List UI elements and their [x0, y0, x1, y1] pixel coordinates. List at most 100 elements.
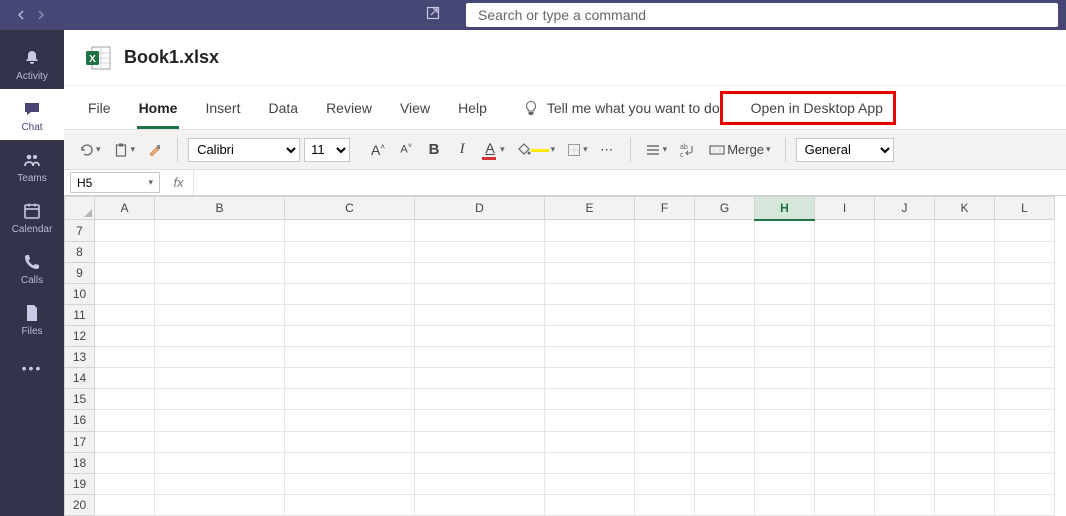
column-header[interactable]: H — [755, 197, 815, 220]
back-button[interactable] — [14, 8, 28, 22]
cell[interactable] — [755, 326, 815, 347]
cell[interactable] — [935, 368, 995, 389]
cell[interactable] — [635, 262, 695, 283]
cell[interactable] — [875, 473, 935, 494]
cell[interactable] — [95, 347, 155, 368]
cell[interactable] — [95, 326, 155, 347]
cell[interactable] — [285, 326, 415, 347]
cell[interactable] — [815, 220, 875, 241]
cell[interactable] — [635, 389, 695, 410]
cell[interactable] — [755, 431, 815, 452]
cell[interactable] — [995, 473, 1055, 494]
row-header[interactable]: 20 — [65, 494, 95, 515]
cell[interactable] — [815, 347, 875, 368]
cell[interactable] — [755, 347, 815, 368]
row-header[interactable]: 14 — [65, 368, 95, 389]
cell[interactable] — [155, 410, 285, 431]
cell[interactable] — [755, 494, 815, 515]
cell[interactable] — [935, 410, 995, 431]
cell[interactable] — [695, 368, 755, 389]
cell[interactable] — [635, 431, 695, 452]
cell[interactable] — [875, 389, 935, 410]
cell[interactable] — [155, 494, 285, 515]
cell[interactable] — [755, 241, 815, 262]
cell[interactable] — [155, 473, 285, 494]
row-header[interactable]: 9 — [65, 262, 95, 283]
cell[interactable] — [285, 220, 415, 241]
cell[interactable] — [635, 304, 695, 325]
cell[interactable] — [815, 410, 875, 431]
tab-review[interactable]: Review — [312, 86, 386, 129]
cell[interactable] — [545, 220, 635, 241]
cell[interactable] — [875, 304, 935, 325]
column-header[interactable]: I — [815, 197, 875, 220]
cell[interactable] — [695, 431, 755, 452]
cell[interactable] — [95, 389, 155, 410]
number-format-select[interactable]: General — [796, 138, 894, 162]
cell[interactable] — [815, 304, 875, 325]
cell[interactable] — [285, 262, 415, 283]
cell[interactable] — [545, 494, 635, 515]
row-header[interactable]: 10 — [65, 283, 95, 304]
row-header[interactable]: 12 — [65, 326, 95, 347]
cell[interactable] — [695, 389, 755, 410]
column-header[interactable]: G — [695, 197, 755, 220]
rail-chat[interactable]: Chat — [0, 89, 64, 140]
cell[interactable] — [155, 262, 285, 283]
cell[interactable] — [995, 410, 1055, 431]
cell[interactable] — [995, 262, 1055, 283]
cell[interactable] — [155, 389, 285, 410]
cell[interactable] — [95, 368, 155, 389]
cell[interactable] — [995, 241, 1055, 262]
cell[interactable] — [545, 241, 635, 262]
cell[interactable] — [415, 473, 545, 494]
cell[interactable] — [95, 452, 155, 473]
cell[interactable] — [635, 220, 695, 241]
cell[interactable] — [545, 304, 635, 325]
row-header[interactable]: 13 — [65, 347, 95, 368]
cell[interactable] — [155, 368, 285, 389]
cell[interactable] — [815, 241, 875, 262]
rail-more[interactable]: ••• — [0, 348, 64, 388]
column-header[interactable]: K — [935, 197, 995, 220]
cell[interactable] — [155, 452, 285, 473]
forward-button[interactable] — [34, 8, 48, 22]
cell[interactable] — [415, 494, 545, 515]
cell[interactable] — [635, 410, 695, 431]
cell[interactable] — [755, 368, 815, 389]
format-painter-button[interactable] — [143, 137, 167, 163]
wrap-text-button[interactable]: abc — [675, 137, 701, 163]
cell[interactable] — [935, 389, 995, 410]
cell[interactable] — [695, 283, 755, 304]
font-size-select[interactable]: 11 — [304, 138, 350, 162]
column-header[interactable]: L — [995, 197, 1055, 220]
cell[interactable] — [545, 452, 635, 473]
cell[interactable] — [995, 304, 1055, 325]
cell[interactable] — [935, 220, 995, 241]
cell[interactable] — [815, 389, 875, 410]
cell[interactable] — [995, 494, 1055, 515]
cell[interactable] — [995, 326, 1055, 347]
cell[interactable] — [415, 283, 545, 304]
cell[interactable] — [755, 262, 815, 283]
cell[interactable] — [695, 473, 755, 494]
cell[interactable] — [815, 368, 875, 389]
tab-help[interactable]: Help — [444, 86, 501, 129]
tell-me-search[interactable]: Tell me what you want to do — [523, 100, 720, 116]
cell[interactable] — [545, 431, 635, 452]
cell[interactable] — [755, 473, 815, 494]
cell[interactable] — [755, 452, 815, 473]
cell[interactable] — [995, 389, 1055, 410]
cell[interactable] — [815, 452, 875, 473]
cell[interactable] — [875, 326, 935, 347]
row-header[interactable]: 7 — [65, 220, 95, 241]
cell[interactable] — [415, 304, 545, 325]
shrink-font-button[interactable]: A˅ — [394, 137, 418, 163]
cell[interactable] — [415, 452, 545, 473]
cell[interactable] — [875, 368, 935, 389]
cell[interactable] — [155, 220, 285, 241]
cell[interactable] — [155, 241, 285, 262]
column-header[interactable]: A — [95, 197, 155, 220]
cell[interactable] — [755, 410, 815, 431]
column-header[interactable]: F — [635, 197, 695, 220]
